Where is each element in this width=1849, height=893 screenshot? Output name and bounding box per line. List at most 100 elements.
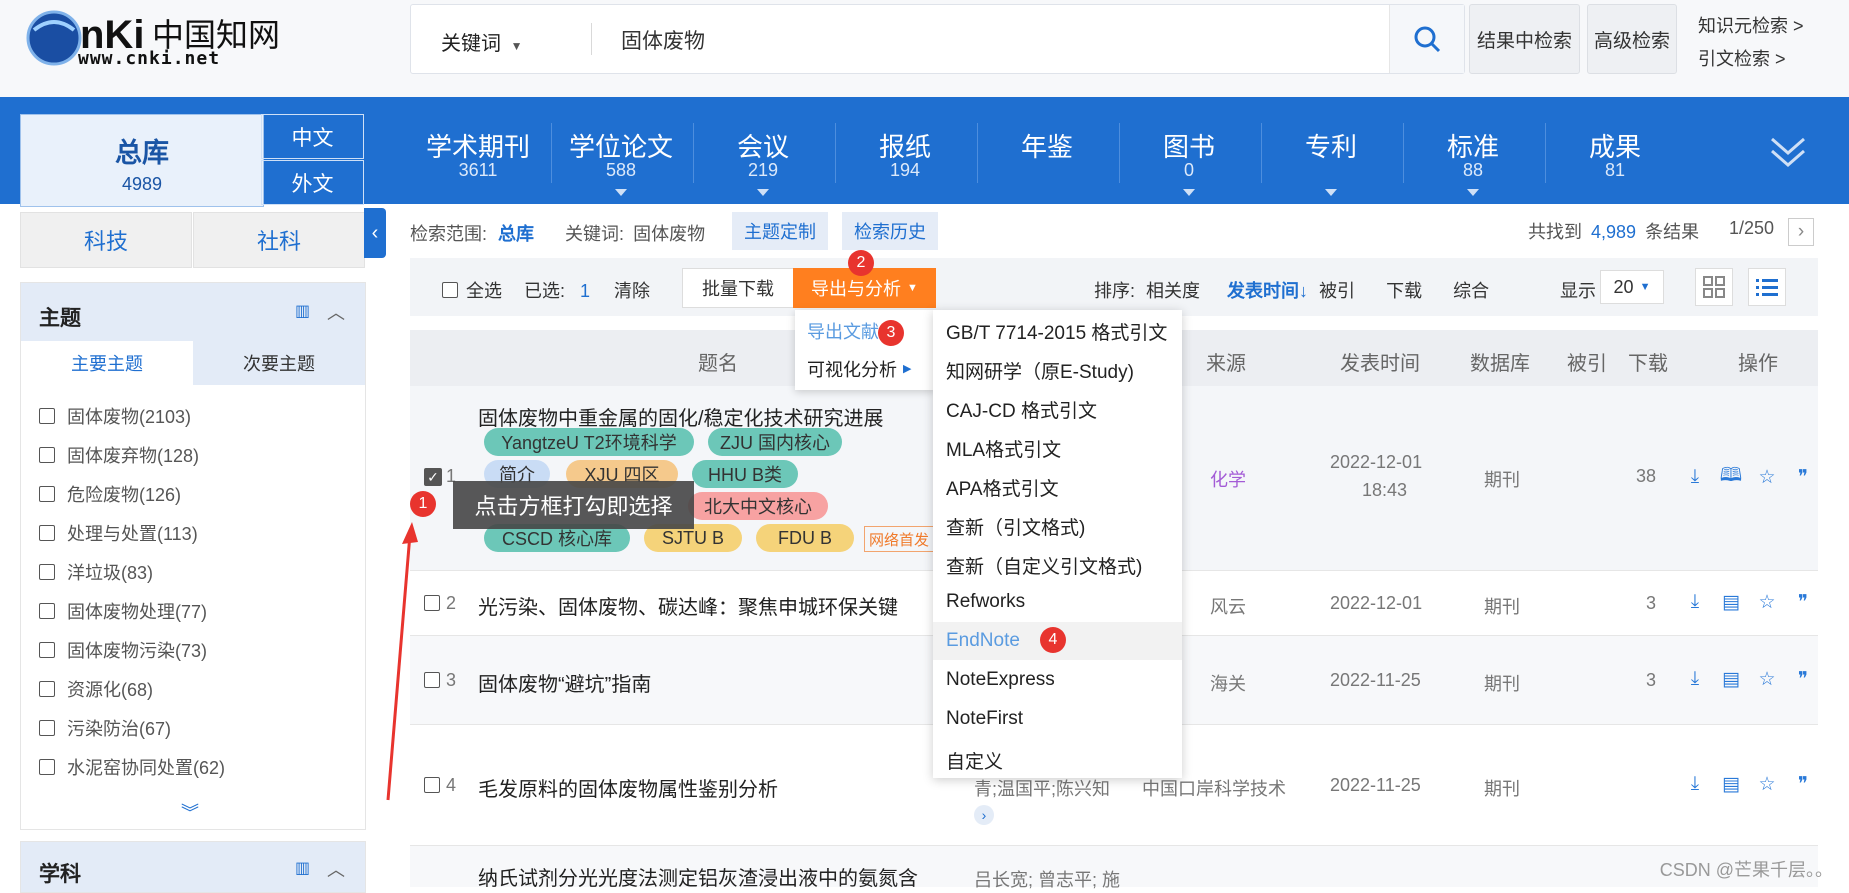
facet-item[interactable]: 危险废物(126) (39, 481, 181, 507)
facet-item[interactable]: 处理与处置(113) (39, 520, 198, 546)
download-icon[interactable]: ⤓ (1684, 466, 1706, 488)
batch-download-button[interactable]: 批量下载 (682, 268, 794, 308)
row-title[interactable]: 光污染、固体废物、碳达峰：聚焦申城环保关键 (478, 591, 898, 620)
search-in-results-button[interactable]: 结果中检索 (1469, 4, 1580, 74)
list-view-button[interactable] (1748, 268, 1786, 306)
checkbox[interactable] (39, 759, 55, 775)
read-book-icon[interactable]: 🕮 (1720, 465, 1742, 488)
checkbox[interactable] (442, 282, 458, 298)
clear-selection-link[interactable]: 清除 (614, 277, 650, 303)
row-checkbox-checked[interactable]: ✓ (424, 468, 442, 486)
nav-item-yearbooks[interactable]: 年鉴 (977, 97, 1117, 204)
sort-date[interactable]: 发表时间 (1227, 281, 1299, 301)
checkbox[interactable] (39, 681, 55, 697)
menu-item-format[interactable]: CAJ-CD 格式引文 (946, 396, 1097, 423)
cnki-logo[interactable]: nKi 中国知网 www.cnki.net (24, 4, 304, 72)
chevron-up-icon[interactable]: ︿ (327, 856, 345, 882)
download-icon[interactable]: ⤓ (1684, 773, 1706, 795)
row-title[interactable]: 固体废物中重金属的固化/稳定化技术研究进展 (478, 402, 884, 431)
row-title[interactable]: 固体废物“避坑”指南 (478, 668, 651, 697)
row-checkbox[interactable] (424, 777, 440, 793)
lang-foreign-tab[interactable]: 外文 (261, 160, 364, 205)
row-source[interactable]: 中国口岸科学技术 (1142, 775, 1286, 801)
sort-overall[interactable]: 综合 (1453, 281, 1489, 301)
download-icon[interactable]: ⤓ (1684, 591, 1706, 613)
expand-authors-icon[interactable]: › (974, 805, 994, 825)
facet-item[interactable]: 固体废物处理(77) (39, 598, 207, 624)
grid-view-button[interactable] (1695, 268, 1733, 306)
expand-chevron-icon[interactable] (1768, 133, 1808, 179)
checkbox[interactable] (39, 720, 55, 736)
favorite-star-icon[interactable]: ☆ (1756, 591, 1778, 613)
tab-sub-topic[interactable]: 次要主题 (193, 341, 365, 385)
menu-item-format[interactable]: 查新（引文格式) (946, 513, 1085, 540)
quote-icon[interactable]: ❞ (1792, 773, 1814, 795)
sort-cited[interactable]: 被引 (1319, 281, 1355, 301)
facet-item[interactable]: 洋垃圾(83) (39, 559, 153, 585)
facet-item[interactable]: 固体废物污染(73) (39, 637, 207, 663)
select-all[interactable]: 全选 (442, 277, 502, 303)
menu-item-format[interactable]: NoteFirst (946, 708, 1023, 730)
chevron-up-icon[interactable]: ︿ (327, 299, 345, 325)
citation-search-link[interactable]: 引文检索 > (1698, 45, 1786, 71)
row-authors[interactable]: 青;温国平;陈兴知 (974, 775, 1110, 801)
html-doc-icon[interactable]: ▤ (1720, 591, 1742, 613)
html-doc-icon[interactable]: ▤ (1720, 668, 1742, 690)
search-field-select[interactable]: 关键词 ▼ (441, 27, 522, 56)
checkbox[interactable] (39, 486, 55, 502)
menu-item-format[interactable]: 查新（自定义引文格式) (946, 552, 1142, 579)
checkbox[interactable] (39, 408, 55, 424)
menu-item-format[interactable]: MLA格式引文 (946, 435, 1061, 462)
menu-item-format[interactable]: NoteExpress (946, 669, 1055, 691)
row-source[interactable]: 海关 (1210, 670, 1246, 696)
checkbox[interactable] (39, 447, 55, 463)
sort-relevance[interactable]: 相关度 (1146, 281, 1200, 301)
quote-icon[interactable]: ❞ (1792, 466, 1814, 488)
topic-custom-button[interactable]: 主题定制 (732, 212, 828, 250)
knowledge-search-link[interactable]: 知识元检索 > (1698, 12, 1804, 38)
search-history-button[interactable]: 检索历史 (842, 212, 938, 250)
bar-chart-icon[interactable]: ▥ (295, 858, 310, 878)
nav-item-journals[interactable]: 学术期刊 3611 (408, 97, 548, 204)
facet-item[interactable]: 固体废物(2103) (39, 403, 191, 429)
facet-item[interactable]: 固体废弃物(128) (39, 442, 199, 468)
row-checkbox[interactable] (424, 672, 440, 688)
nav-item-achievements[interactable]: 成果 81 (1545, 97, 1685, 204)
menu-item-format[interactable]: APA格式引文 (946, 474, 1059, 501)
favorite-star-icon[interactable]: ☆ (1756, 668, 1778, 690)
row-source[interactable]: 化学 (1210, 466, 1246, 492)
collapse-sidebar-button[interactable]: ‹ (364, 208, 386, 258)
checkbox[interactable] (39, 525, 55, 541)
quote-icon[interactable]: ❞ (1792, 591, 1814, 613)
sort-download[interactable]: 下载 (1386, 281, 1422, 301)
checkbox[interactable] (39, 642, 55, 658)
tab-main-topic[interactable]: 主要主题 (21, 341, 193, 385)
row-title[interactable]: 毛发原料的固体废物属性鉴别分析 (478, 773, 778, 802)
facet-item[interactable]: 污染防治(67) (39, 715, 171, 741)
search-input[interactable]: 固体废物 (621, 25, 705, 55)
facet-item[interactable]: 水泥窑协同处置(62) (39, 754, 225, 780)
page-size-select[interactable]: 20 ▼ (1600, 270, 1664, 304)
nav-item-standards[interactable]: 标准 88 (1403, 97, 1543, 204)
row-checkbox[interactable] (424, 595, 440, 611)
menu-item-format[interactable]: 自定义 (946, 747, 1003, 774)
lang-chinese-tab[interactable]: 中文 (261, 114, 364, 159)
menu-item-export-doc[interactable]: 导出文献 (807, 318, 879, 344)
search-button[interactable] (1389, 5, 1464, 73)
row-authors[interactable]: 吕长宽; 曾志平; 施 (974, 866, 1120, 892)
nav-total-tab[interactable]: 总库 4989 (20, 114, 264, 207)
menu-item-visual-analysis[interactable]: 可视化分析 (807, 356, 897, 382)
tab-social-sci[interactable]: 社科 (193, 212, 365, 268)
nav-item-newspapers[interactable]: 报纸 194 (835, 97, 975, 204)
row-source[interactable]: 风云 (1210, 593, 1246, 619)
html-doc-icon[interactable]: ▤ (1720, 773, 1742, 795)
favorite-star-icon[interactable]: ☆ (1756, 466, 1778, 488)
quote-icon[interactable]: ❞ (1792, 668, 1814, 690)
nav-item-conferences[interactable]: 会议 219 (693, 97, 833, 204)
checkbox[interactable] (39, 564, 55, 580)
table-row[interactable]: 纳氏试剂分光光度法测定铝灰渣浸出液中的氨氮含 吕长宽; 曾志平; 施 (410, 846, 1818, 890)
scope-range-value[interactable]: 总库 (498, 224, 534, 244)
download-icon[interactable]: ⤓ (1684, 668, 1706, 690)
next-page-button[interactable]: › (1788, 218, 1814, 246)
nav-item-patents[interactable]: 专利 (1261, 97, 1401, 204)
